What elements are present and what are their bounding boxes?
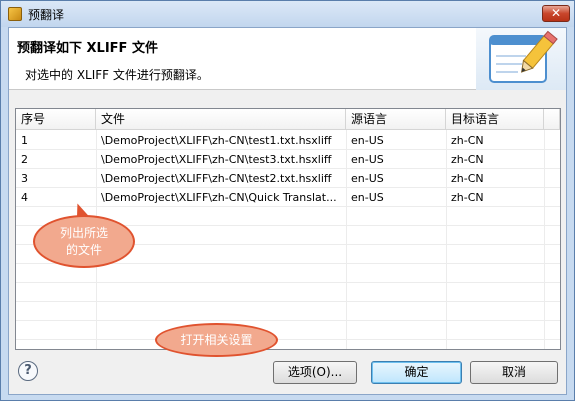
app-icon <box>8 7 22 21</box>
row-divider <box>16 282 560 283</box>
cell-target-language: zh-CN <box>451 172 484 185</box>
dialog-client-area: 预翻译如下 XLIFF 文件 对选中的 XLIFF 文件进行预翻译。 序号 文件… <box>8 27 567 395</box>
cell-no: 2 <box>21 153 28 166</box>
title-bar[interactable]: 预翻译 ✕ <box>1 1 574 27</box>
cell-file: \DemoProject\XLIFF\zh-CN\test3.txt.hsxli… <box>101 153 332 166</box>
cell-no: 3 <box>21 172 28 185</box>
column-header-no[interactable]: 序号 <box>16 109 96 130</box>
column-header-target-language[interactable]: 目标语言 <box>446 109 544 130</box>
close-button[interactable]: ✕ <box>542 5 570 22</box>
cell-no: 1 <box>21 134 28 147</box>
options-button[interactable]: 选项(O)... <box>273 361 357 384</box>
column-header-file[interactable]: 文件 <box>96 109 346 130</box>
table-row[interactable]: 2 \DemoProject\XLIFF\zh-CN\test3.txt.hsx… <box>16 150 560 169</box>
banner-title: 预翻译如下 XLIFF 文件 <box>17 41 158 56</box>
table-row[interactable]: 4 \DemoProject\XLIFF\zh-CN\Quick Transla… <box>16 188 560 207</box>
table-row[interactable]: 1 \DemoProject\XLIFF\zh-CN\test1.txt.hsx… <box>16 131 560 150</box>
window-title: 预翻译 <box>28 8 65 22</box>
cell-file: \DemoProject\XLIFF\zh-CN\test1.txt.hsxli… <box>101 134 332 147</box>
cell-source-language: en-US <box>351 134 384 147</box>
callout-list-selected-files: 列出所选 的文件 <box>33 215 135 268</box>
column-header-filler <box>544 109 560 130</box>
cell-target-language: zh-CN <box>451 191 484 204</box>
cancel-button[interactable]: 取消 <box>470 361 558 384</box>
ok-button[interactable]: 确定 <box>371 361 462 384</box>
banner-description: 对选中的 XLIFF 文件进行预翻译。 <box>25 68 209 82</box>
cell-source-language: en-US <box>351 172 384 185</box>
cell-source-language: en-US <box>351 191 384 204</box>
pencil-notepad-icon <box>476 28 566 90</box>
header-banner: 预翻译如下 XLIFF 文件 对选中的 XLIFF 文件进行预翻译。 <box>9 28 566 90</box>
column-header-source-language[interactable]: 源语言 <box>346 109 446 130</box>
cell-target-language: zh-CN <box>451 153 484 166</box>
table-row[interactable]: 3 \DemoProject\XLIFF\zh-CN\test2.txt.hsx… <box>16 169 560 188</box>
row-divider <box>16 320 560 321</box>
help-icon[interactable]: ? <box>18 361 38 381</box>
cell-file: \DemoProject\XLIFF\zh-CN\Quick Translat.… <box>101 191 337 204</box>
cell-source-language: en-US <box>351 153 384 166</box>
row-divider <box>16 301 560 302</box>
cell-target-language: zh-CN <box>451 134 484 147</box>
dialog-window: 预翻译 ✕ 预翻译如下 XLIFF 文件 对选中的 XLIFF 文件进行预翻译。 <box>0 0 575 401</box>
row-divider <box>16 339 560 340</box>
callout-open-settings: 打开相关设置 <box>155 323 278 357</box>
cell-file: \DemoProject\XLIFF\zh-CN\test2.txt.hsxli… <box>101 172 332 185</box>
table-header: 序号 文件 源语言 目标语言 <box>16 109 560 130</box>
